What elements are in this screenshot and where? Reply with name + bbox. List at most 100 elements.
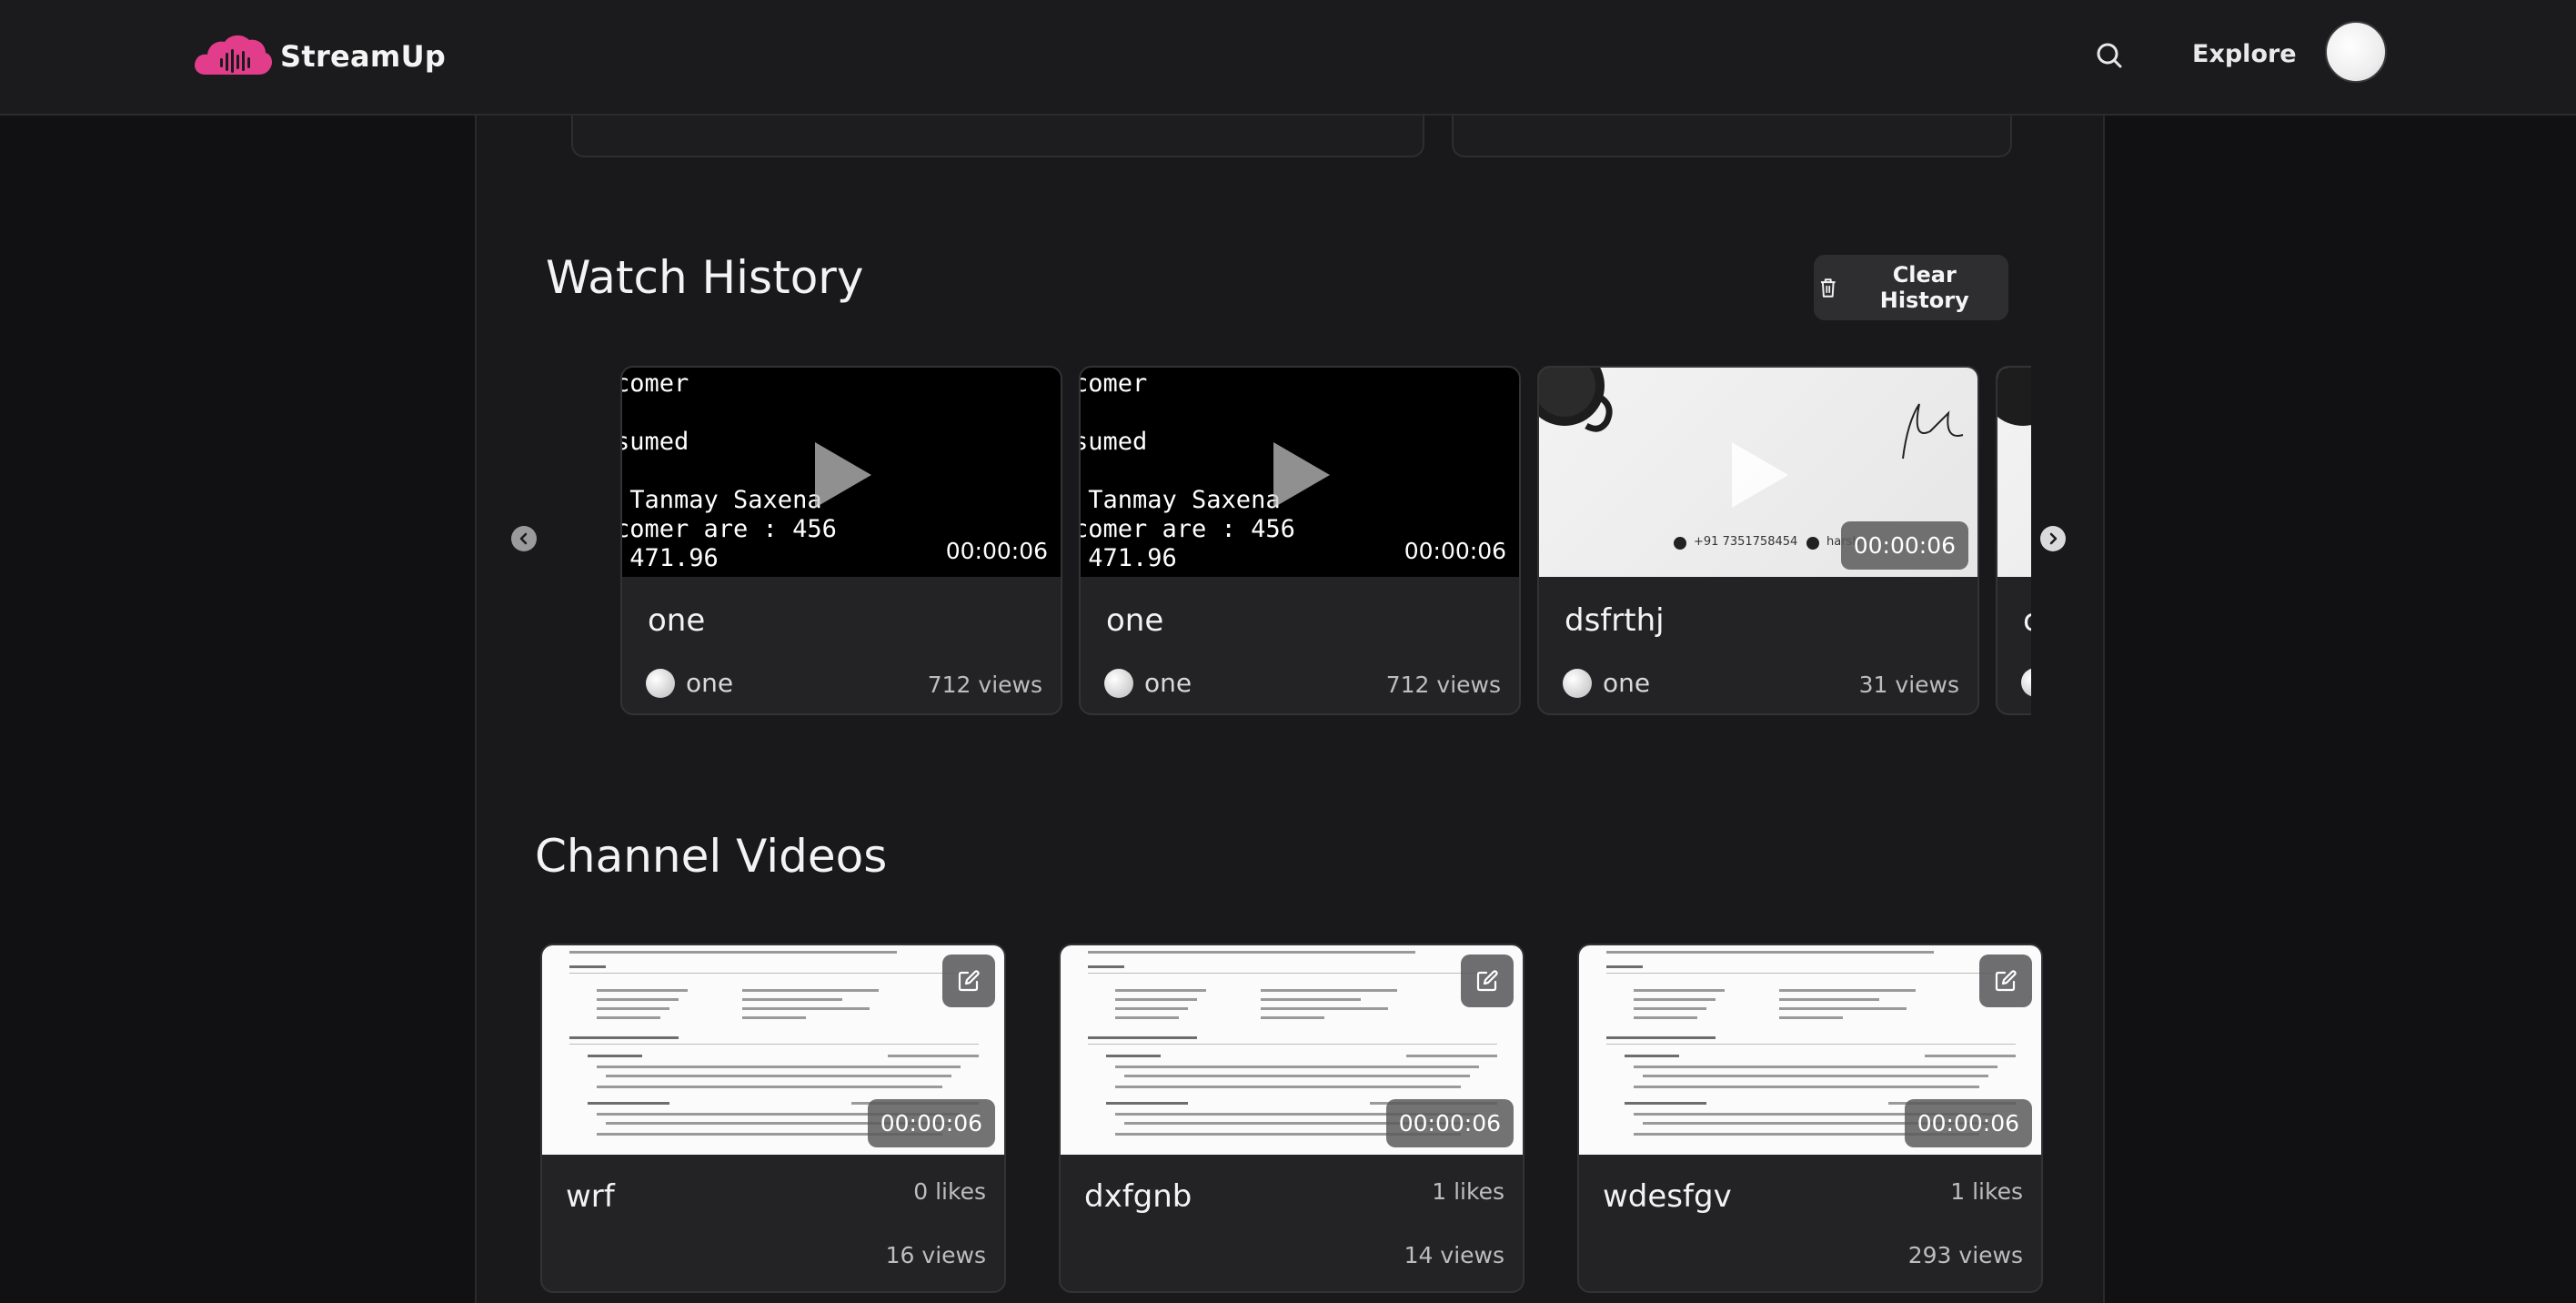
explore-link[interactable]: Explore xyxy=(2192,40,2297,68)
video-title[interactable]: wrf xyxy=(566,1178,615,1215)
partial-card-right xyxy=(1452,114,2012,157)
video-thumbnail[interactable]: 00:00:06 xyxy=(1579,945,2041,1155)
edit-button[interactable] xyxy=(1979,955,2032,1007)
carousel-prev-button[interactable] xyxy=(511,526,537,551)
edit-icon xyxy=(958,970,980,992)
document-line xyxy=(1779,998,1879,1001)
channel-info[interactable] xyxy=(2021,668,2031,697)
video-title[interactable]: one xyxy=(1106,602,1163,639)
play-icon[interactable] xyxy=(1273,442,1330,508)
video-title[interactable]: dsfrthj xyxy=(1565,602,1665,639)
document-line xyxy=(1643,1075,1988,1077)
document-line xyxy=(597,1066,961,1068)
edit-button[interactable] xyxy=(942,955,995,1007)
thumbnail-text: comer sumed Tanmay Saxena comer are : 45… xyxy=(622,369,837,572)
play-icon[interactable] xyxy=(815,442,871,508)
channel-info[interactable]: one xyxy=(646,668,733,698)
document-line xyxy=(1625,1055,1679,1057)
search-button[interactable] xyxy=(2092,38,2128,75)
history-card[interactable]: comer sumed Tanmay Saxena comer are : 45… xyxy=(1079,366,1521,715)
history-card[interactable]: +91 7351758454 harsh 00:00:06 dsfrthj on… xyxy=(1537,366,1979,715)
mug-image xyxy=(1997,368,2031,426)
channel-info[interactable]: one xyxy=(1563,668,1650,698)
phone-icon xyxy=(1674,537,1686,550)
document-line xyxy=(1606,965,1643,968)
video-thumbnail[interactable]: +91 7351758454 harsh 00:00:06 xyxy=(1539,368,1977,577)
document-line xyxy=(1261,1007,1388,1010)
play-icon[interactable] xyxy=(1732,442,1788,508)
document-line xyxy=(1779,989,1916,992)
duration-label: 00:00:06 xyxy=(867,1099,995,1147)
logo[interactable]: StreamUp xyxy=(193,33,446,80)
history-card[interactable]: c xyxy=(1996,366,2031,715)
document-line xyxy=(569,965,606,968)
document-line xyxy=(1088,973,1497,974)
video-title[interactable]: dxfgnb xyxy=(1084,1178,1192,1215)
duration-label: 00:00:06 xyxy=(1404,538,1506,564)
document-line xyxy=(597,1086,942,1088)
video-title[interactable]: c xyxy=(2023,602,2031,639)
document-line xyxy=(597,998,679,1001)
document-line xyxy=(1634,1086,1979,1088)
document-line xyxy=(1606,951,1934,954)
document-line xyxy=(742,989,879,992)
edit-button[interactable] xyxy=(1461,955,1514,1007)
channel-avatar xyxy=(1104,668,1133,698)
document-line xyxy=(1106,1055,1161,1057)
clear-history-button[interactable]: Clear History xyxy=(1814,255,2008,320)
video-title[interactable]: wdesfgv xyxy=(1603,1178,1732,1215)
search-icon xyxy=(2097,43,2122,68)
channel-avatar xyxy=(2021,668,2031,697)
document-line xyxy=(1606,973,2016,974)
document-line xyxy=(1115,1016,1179,1019)
document-line xyxy=(597,1007,669,1010)
document-line xyxy=(1088,965,1124,968)
document-line xyxy=(888,1055,979,1057)
channel-video-card[interactable]: 00:00:06 wdesfgv 1 likes 293 views xyxy=(1577,944,2043,1293)
like-count: 1 likes xyxy=(1950,1178,2023,1205)
document-line xyxy=(1634,989,1725,992)
document-line xyxy=(1115,1086,1461,1088)
document-line xyxy=(597,1016,660,1019)
document-line xyxy=(1261,998,1361,1001)
video-thumbnail[interactable]: comer sumed Tanmay Saxena comer are : 45… xyxy=(622,368,1061,577)
channel-video-card[interactable]: 00:00:06 dxfgnb 1 likes 14 views xyxy=(1059,944,1524,1293)
watch-history-carousel[interactable]: comer sumed Tanmay Saxena comer are : 45… xyxy=(619,364,2031,719)
cloud-soundwave-icon xyxy=(193,33,273,80)
channel-videos-title: Channel Videos xyxy=(535,830,888,883)
document-line xyxy=(1088,1036,1197,1039)
partial-card-left xyxy=(571,114,1424,157)
channel-name: one xyxy=(1144,668,1192,698)
video-thumbnail[interactable]: 00:00:06 xyxy=(542,945,1004,1155)
channel-name: one xyxy=(1603,668,1651,698)
app-name: StreamUp xyxy=(280,39,447,74)
document-line xyxy=(606,1075,951,1077)
email-icon xyxy=(1806,537,1819,550)
edit-icon xyxy=(1476,970,1498,992)
clear-history-label: Clear History xyxy=(1879,262,1969,313)
video-title[interactable]: one xyxy=(648,602,705,639)
video-thumbnail[interactable]: comer sumed Tanmay Saxena comer are : 45… xyxy=(1081,368,1519,577)
document-line xyxy=(569,1036,679,1039)
user-avatar[interactable] xyxy=(2325,21,2387,83)
document-line xyxy=(1606,1044,2016,1045)
channel-avatar xyxy=(646,668,675,698)
video-thumbnail[interactable]: 00:00:06 xyxy=(1061,945,1523,1155)
duration-label: 00:00:06 xyxy=(945,538,1048,564)
trash-icon xyxy=(1820,278,1836,298)
document-line xyxy=(588,1102,669,1105)
document-line xyxy=(1115,1066,1479,1068)
document-line xyxy=(1779,1016,1843,1019)
edit-icon xyxy=(1995,970,2017,992)
document-line xyxy=(1115,1007,1188,1010)
document-line xyxy=(588,1055,642,1057)
history-card[interactable]: comer sumed Tanmay Saxena comer are : 45… xyxy=(620,366,1062,715)
carousel-next-button[interactable] xyxy=(2040,526,2066,551)
like-count: 0 likes xyxy=(913,1178,986,1205)
document-line xyxy=(1261,989,1397,992)
video-thumbnail[interactable] xyxy=(1997,368,2031,577)
channel-info[interactable]: one xyxy=(1104,668,1192,698)
channel-video-card[interactable]: 00:00:06 wrf 0 likes 16 views xyxy=(540,944,1006,1293)
document-line xyxy=(742,1016,806,1019)
view-count: 712 views xyxy=(927,672,1042,698)
